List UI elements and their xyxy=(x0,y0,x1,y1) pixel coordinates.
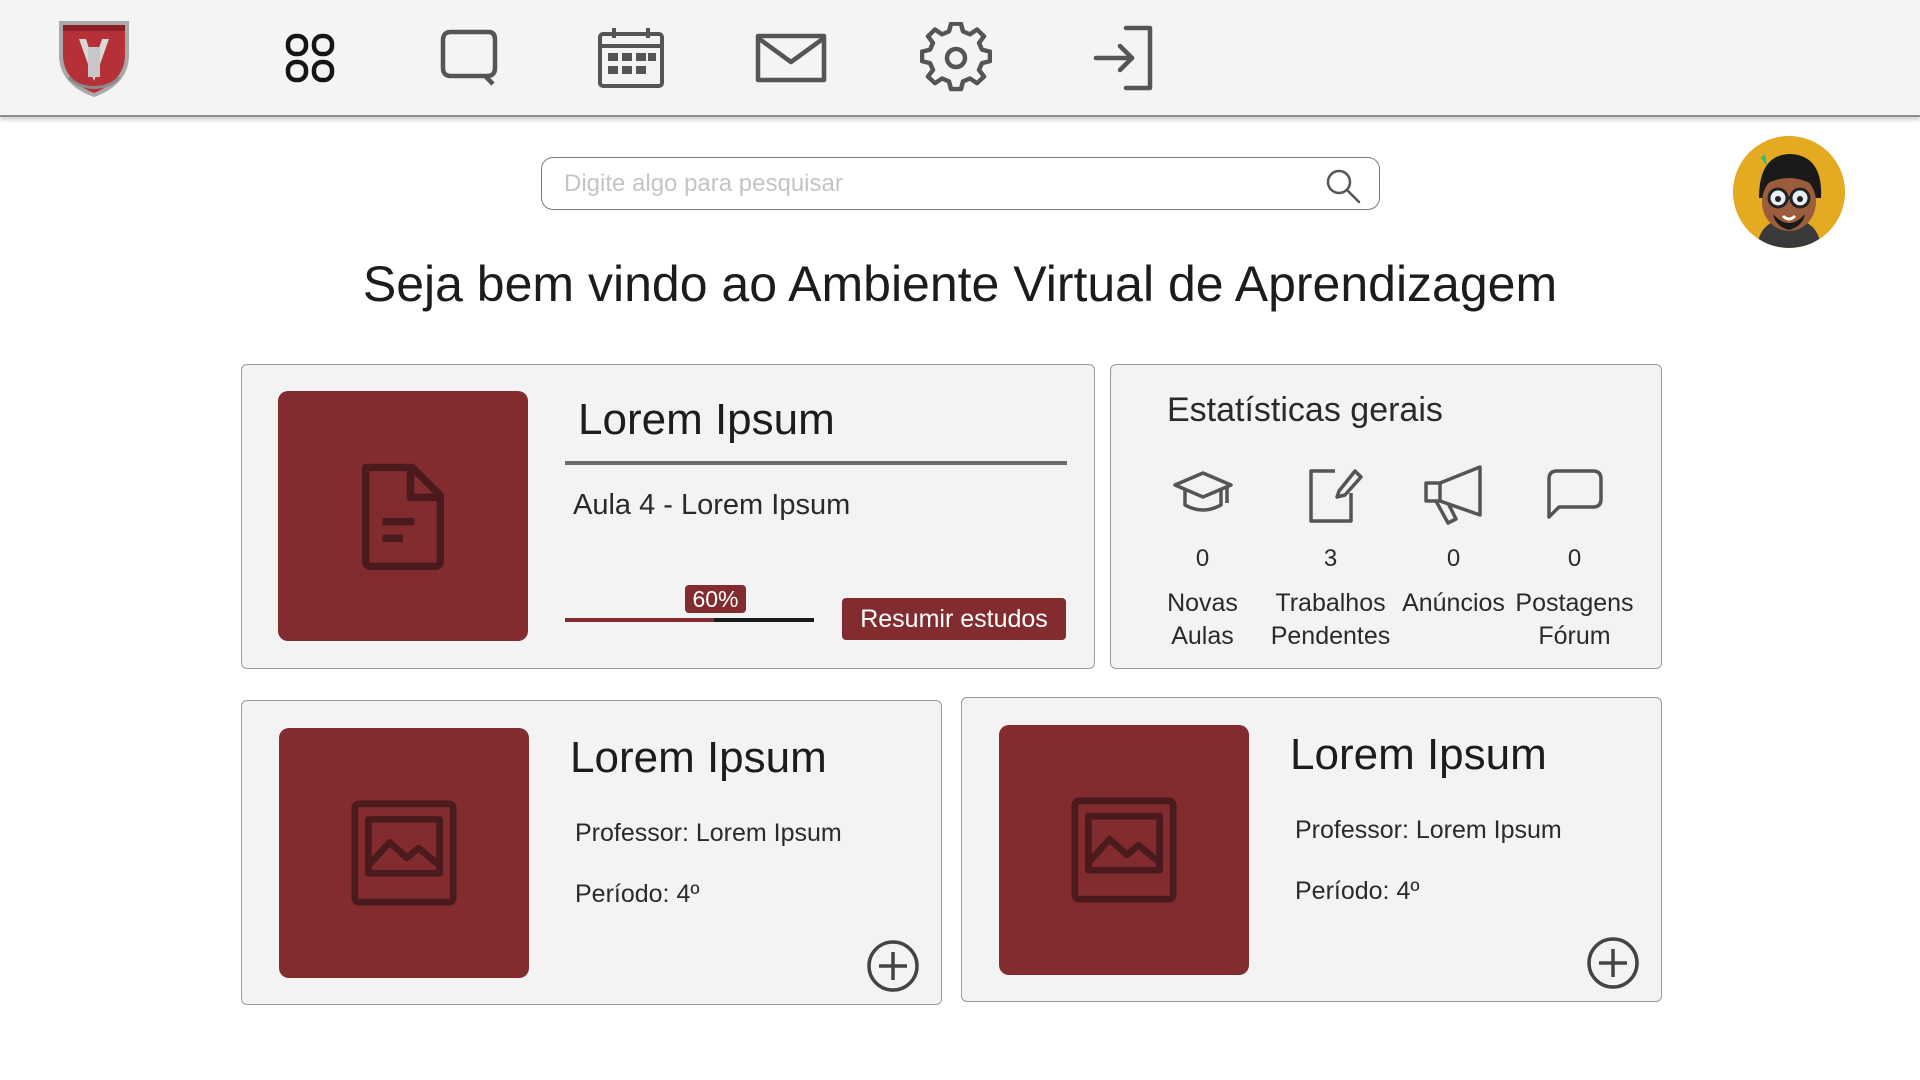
nav-calendar[interactable] xyxy=(590,20,670,96)
stat-label: Anúncios xyxy=(1402,589,1505,617)
course-title: Lorem Ipsum xyxy=(578,395,835,444)
graduation-cap-icon xyxy=(1172,471,1233,512)
chat-icon xyxy=(440,29,498,86)
nav-logout[interactable] xyxy=(1082,20,1162,96)
course-thumbnail[interactable] xyxy=(278,391,528,641)
progress-bar-fill xyxy=(565,618,715,622)
course-period: Período: 4º xyxy=(1295,877,1420,905)
logout-icon xyxy=(1093,25,1153,91)
calendar-icon xyxy=(598,28,664,88)
nav-mail[interactable] xyxy=(751,20,831,96)
stat-forum-posts[interactable]: 0 Postagens Fórum xyxy=(1512,463,1637,653)
course-thumbnail[interactable] xyxy=(999,725,1249,975)
course-professor: Professor: Lorem Ipsum xyxy=(1295,816,1562,844)
stat-value: 0 xyxy=(1446,545,1461,572)
statistics-title: Estatísticas gerais xyxy=(1167,391,1443,429)
user-avatar[interactable] xyxy=(1733,136,1845,248)
search-button[interactable] xyxy=(1323,166,1363,206)
resume-studies-button[interactable]: Resumir estudos xyxy=(842,598,1066,640)
mail-icon xyxy=(755,33,827,83)
title-divider xyxy=(565,461,1067,465)
course-card: Lorem Ipsum Professor: Lorem Ipsum Perío… xyxy=(241,700,942,1005)
plus-circle-icon xyxy=(1587,937,1639,989)
stat-value: 0 xyxy=(1567,545,1582,572)
plus-circle-icon xyxy=(867,940,919,992)
search-input[interactable] xyxy=(564,168,1304,200)
image-icon xyxy=(1071,797,1177,903)
megaphone-icon xyxy=(1423,465,1482,525)
stat-pending-assignments[interactable]: 3 Trabalhos Pendentes xyxy=(1268,463,1393,653)
progress-percentage: 60% xyxy=(685,585,746,613)
welcome-heading: Seja bem vindo ao Ambiente Virtual de Ap… xyxy=(362,256,1558,312)
nav-settings[interactable] xyxy=(916,20,996,96)
course-period: Período: 4º xyxy=(575,880,700,908)
settings-icon xyxy=(920,22,992,92)
course-title: Lorem Ipsum xyxy=(1290,730,1547,779)
forum-icon xyxy=(1546,469,1603,519)
avatar-image xyxy=(1733,136,1845,248)
course-thumbnail[interactable] xyxy=(279,728,529,978)
institution-logo[interactable] xyxy=(55,17,133,99)
search-icon xyxy=(1326,169,1361,204)
stat-label: Trabalhos Pendentes xyxy=(1270,589,1391,650)
stat-value: 0 xyxy=(1195,545,1210,572)
course-card: Lorem Ipsum Professor: Lorem Ipsum Perío… xyxy=(961,697,1662,1002)
assignment-icon xyxy=(1308,469,1363,523)
course-title: Lorem Ipsum xyxy=(570,733,827,782)
current-course-card: Lorem Ipsum Aula 4 - Lorem Ipsum 60% Res… xyxy=(241,364,1095,669)
dashboard-icon xyxy=(285,33,335,83)
image-icon xyxy=(351,800,457,906)
lesson-name: Aula 4 - Lorem Ipsum xyxy=(573,489,851,521)
nav-chat[interactable] xyxy=(427,20,507,96)
stat-new-lessons[interactable]: 0 Novas Aulas xyxy=(1140,463,1265,653)
progress-bar xyxy=(565,618,814,622)
top-navigation-bar xyxy=(0,0,1920,117)
stat-label: Novas Aulas xyxy=(1167,589,1238,650)
add-course-button[interactable] xyxy=(1585,935,1641,991)
add-course-button[interactable] xyxy=(865,938,921,994)
general-statistics-card: Estatísticas gerais 0 Novas Aulas 3 Trab… xyxy=(1110,364,1662,669)
stat-label: Postagens Fórum xyxy=(1515,589,1634,650)
course-professor: Professor: Lorem Ipsum xyxy=(575,819,842,847)
stat-value: 3 xyxy=(1323,545,1338,572)
nav-dashboard[interactable] xyxy=(270,20,350,96)
document-icon xyxy=(361,463,445,571)
search-bar xyxy=(541,157,1380,210)
stat-announcements[interactable]: 0 Anúncios xyxy=(1391,463,1516,620)
